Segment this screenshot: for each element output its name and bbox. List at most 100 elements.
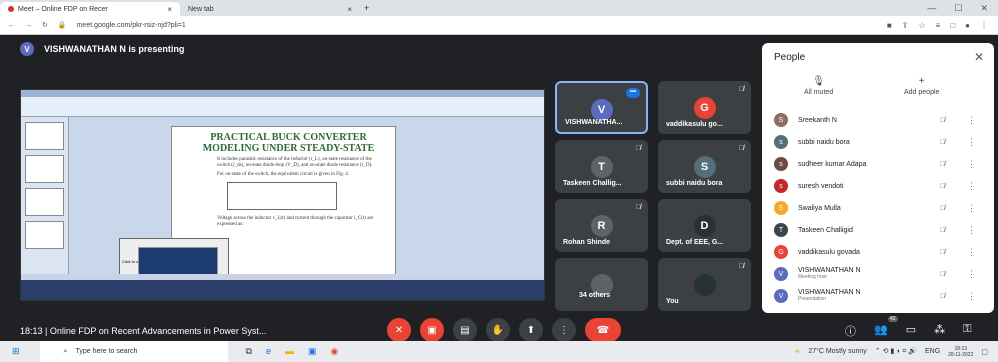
participant-tile[interactable]: 🎙̸ R Rohan Shinde: [555, 199, 648, 252]
close-icon[interactable]: ✕: [974, 50, 984, 64]
taskbar-search[interactable]: ⌕ Type here to search: [27, 341, 228, 362]
more-options-icon[interactable]: ⋮: [967, 159, 976, 170]
participant-name: 34 others: [579, 292, 611, 299]
mic-off-icon[interactable]: 🎙̸: [940, 183, 945, 190]
share-icon[interactable]: ⇪: [902, 21, 909, 30]
back-icon[interactable]: ←: [8, 22, 15, 29]
maximize-icon[interactable]: ☐: [954, 3, 962, 14]
language-indicator[interactable]: ENG: [925, 348, 940, 355]
slide-thumbnail: [25, 188, 64, 216]
raise-hand-icon[interactable]: ✋: [486, 318, 510, 342]
captions-icon[interactable]: ▤: [453, 318, 477, 342]
participant-row[interactable]: T Taskeen Challigid 🎙̸ ⋮: [762, 219, 994, 241]
avatar: [693, 274, 716, 296]
participant-row[interactable]: S Sreekanth N 🎙̸ ⋮: [762, 109, 994, 131]
participant-tile[interactable]: 🎙̸ T Taskeen Challig...: [555, 140, 648, 193]
info-icon[interactable]: ⓘ: [845, 323, 856, 339]
participant-row[interactable]: s subbi naidu bora 🎙̸ ⋮: [762, 131, 994, 153]
more-options-icon[interactable]: ⋮: [967, 137, 976, 148]
new-tab-button[interactable]: +: [364, 3, 369, 13]
store-icon[interactable]: ▣: [308, 346, 317, 357]
more-options-icon[interactable]: ⋮: [967, 269, 976, 280]
url-field[interactable]: meet.google.com/pkr-rsiz-njd?pli=1: [77, 22, 186, 29]
people-icon[interactable]: 👥: [874, 323, 888, 339]
edge-icon[interactable]: e: [266, 346, 271, 357]
tab-new[interactable]: New tab ×: [180, 2, 360, 16]
task-view-icon[interactable]: ⧉: [246, 346, 252, 357]
more-options-icon[interactable]: ⋮: [552, 318, 576, 342]
avatar: G: [774, 245, 788, 259]
mic-off-icon[interactable]: ✕: [387, 318, 411, 342]
mic-off-icon[interactable]: 🎙̸: [940, 117, 945, 124]
people-panel: People ✕ 🎙 All muted + Add people S Sreek…: [762, 43, 994, 313]
menu-icon[interactable]: ⋮: [980, 21, 988, 30]
camera-icon[interactable]: ■: [887, 21, 892, 30]
mic-off-icon[interactable]: 🎙̸: [940, 271, 945, 278]
add-people-button[interactable]: + Add people: [904, 76, 939, 96]
more-options-icon[interactable]: •••: [626, 88, 640, 98]
participant-row[interactable]: S Swaliya Mulla 🎙̸ ⋮: [762, 197, 994, 219]
participant-tile[interactable]: ••• V VISHWANATHA...: [555, 81, 648, 134]
avatar: V: [774, 267, 788, 281]
extensions-icon[interactable]: ≡: [936, 21, 941, 30]
mic-off-icon[interactable]: 🎙̸: [940, 161, 945, 168]
participant-row[interactable]: V VISHWANATHAN N Meeting host 🎙̸ ⋮: [762, 263, 994, 285]
lock-icon[interactable]: ⚿: [963, 323, 971, 339]
participant-name: vaddikasulu go...: [666, 121, 723, 128]
file-explorer-icon[interactable]: ▬: [285, 346, 294, 357]
camera-off-icon[interactable]: ▣: [420, 318, 444, 342]
participant-tile[interactable]: D Dept. of EEE, G...: [658, 199, 751, 252]
mic-off-icon[interactable]: 🎙̸: [940, 139, 945, 146]
chat-icon[interactable]: ▭: [906, 323, 916, 339]
clock[interactable]: 18:13 28-11-2022: [948, 346, 973, 358]
minimize-icon[interactable]: —: [927, 3, 936, 14]
mic-off-icon[interactable]: 🎙̸: [940, 293, 945, 300]
windows-start-icon[interactable]: ⊞: [12, 346, 20, 357]
mic-off-icon[interactable]: 🎙̸: [940, 227, 945, 234]
sidebar-icon[interactable]: □: [950, 21, 955, 30]
chrome-icon[interactable]: ◉: [331, 346, 339, 357]
tab-close-icon[interactable]: ×: [347, 5, 352, 14]
more-options-icon[interactable]: ⋮: [967, 203, 976, 214]
participant-role: Meeting host: [798, 274, 827, 280]
mic-off-icon[interactable]: 🎙̸: [940, 249, 945, 256]
participant-tile[interactable]: 🎙̸ S subbi naidu bora: [658, 140, 751, 193]
mute-all-button[interactable]: 🎙 All muted: [804, 76, 833, 96]
tab-meet[interactable]: Meet – Online FDP on Recer ×: [0, 2, 180, 16]
participant-row[interactable]: Gvaddikasulu govada 🎙̸ ⋮: [762, 241, 994, 263]
slide-thumbnails: [21, 117, 69, 282]
self-tile[interactable]: 🎙̸ You: [658, 258, 751, 311]
forward-icon[interactable]: →: [25, 22, 32, 29]
participant-name: Dept. of EEE, G...: [666, 239, 724, 246]
participant-tile[interactable]: 34 others: [555, 258, 648, 311]
notification-icon[interactable]: ▢: [981, 348, 988, 356]
avatar: V: [774, 289, 788, 303]
hang-up-button[interactable]: ☎: [585, 318, 621, 342]
more-options-icon[interactable]: ⋮: [967, 291, 976, 302]
star-icon[interactable]: ☆: [918, 21, 925, 30]
more-options-icon[interactable]: ⋮: [967, 181, 976, 192]
participant-tile[interactable]: 🎙̸ G vaddikasulu go...: [658, 81, 751, 134]
presenter-banner: V VISHWANATHAN N is presenting: [20, 42, 184, 56]
reload-icon[interactable]: ↻: [42, 21, 48, 29]
weather-text[interactable]: 27°C Mostly sunny: [808, 348, 866, 355]
browser-tab-bar: Meet – Online FDP on Recer × New tab × +…: [0, 0, 998, 16]
mic-off-icon[interactable]: 🎙̸: [940, 205, 945, 212]
lock-icon: 🔒: [57, 22, 67, 29]
profile-icon[interactable]: ●: [965, 21, 970, 30]
participant-row[interactable]: s suresh vendoti 🎙̸ ⋮: [762, 175, 994, 197]
more-options-icon[interactable]: ⋮: [967, 115, 976, 126]
activities-icon[interactable]: ⁂: [934, 323, 945, 339]
participant-row[interactable]: s sudheer kumar Adapa 🎙̸ ⋮: [762, 153, 994, 175]
more-options-icon[interactable]: ⋮: [967, 247, 976, 258]
mic-off-icon: 🎙: [812, 76, 825, 87]
present-icon[interactable]: ⬆: [519, 318, 543, 342]
more-options-icon[interactable]: ⋮: [967, 225, 976, 236]
avatar: V: [20, 42, 34, 56]
tray-icons[interactable]: ⌃ ⟲ ▮ ◗ ⌗ 🔊: [875, 347, 917, 356]
close-window-icon[interactable]: ✕: [980, 3, 988, 14]
search-placeholder: Type here to search: [75, 348, 138, 355]
add-people-label: Add people: [904, 89, 940, 96]
participant-row[interactable]: V VISHWANATHAN N Presentation 🎙̸ ⋮: [762, 285, 994, 307]
tab-close-icon[interactable]: ×: [167, 5, 172, 14]
